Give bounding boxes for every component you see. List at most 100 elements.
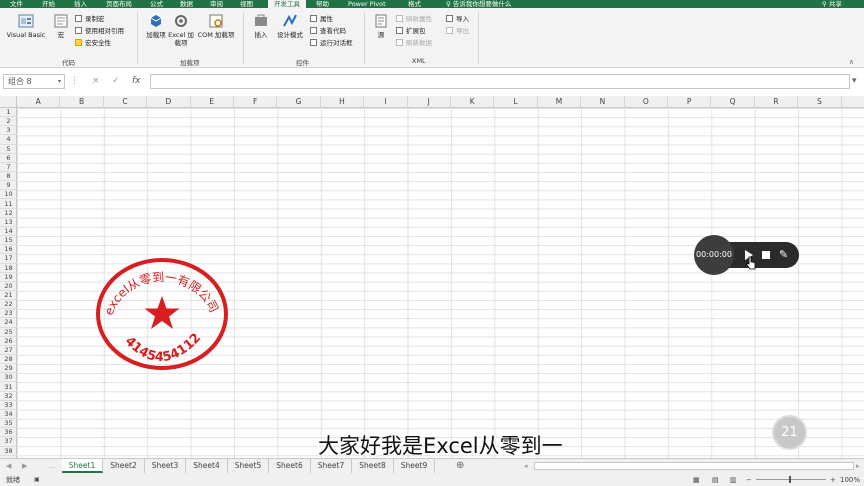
row-header[interactable]: 16 <box>0 245 17 255</box>
addins-button[interactable]: 加载项 <box>145 13 167 39</box>
macro-recording-icon[interactable]: ▣ <box>34 474 40 486</box>
row-header[interactable]: 5 <box>0 145 17 154</box>
row-header[interactable]: 28 <box>0 355 17 365</box>
row-header[interactable]: 1 <box>0 108 17 118</box>
previous-sheet-icon[interactable]: ◀ <box>6 459 11 473</box>
tab-home[interactable]: 开始 <box>42 0 55 8</box>
cancel-icon[interactable]: × <box>92 74 100 88</box>
tab-insert[interactable]: 插入 <box>74 0 87 8</box>
row-header[interactable]: 11 <box>0 200 17 209</box>
company-seal[interactable]: excel从零到一有限公司 4145454112 <box>95 256 229 372</box>
com-addins-button[interactable]: COM 加载项 <box>194 13 238 39</box>
next-sheet-icon[interactable]: ▶ <box>22 459 27 473</box>
collapse-ribbon-icon[interactable]: ∧ <box>849 58 854 66</box>
column-header[interactable]: B <box>60 96 104 108</box>
row-header[interactable]: 9 <box>0 181 17 191</box>
column-header[interactable]: H <box>321 96 365 108</box>
row-header[interactable]: 20 <box>0 282 17 291</box>
excel-addins-button[interactable]: Excel 加载项 <box>168 13 194 47</box>
scroll-left-icon[interactable]: ◂ <box>524 459 528 473</box>
row-header[interactable]: 10 <box>0 190 17 200</box>
page-layout-view-icon[interactable]: ▤ <box>712 474 719 486</box>
tab-format[interactable]: 格式 <box>408 0 421 8</box>
pen-icon[interactable]: ✎ <box>779 247 793 263</box>
column-header[interactable]: P <box>668 96 712 108</box>
column-header[interactable]: I <box>364 96 408 108</box>
row-header[interactable]: 25 <box>0 328 17 337</box>
map-properties-button[interactable]: 映射属性 <box>396 15 432 24</box>
column-header[interactable]: M <box>538 96 582 108</box>
add-sheet-icon[interactable]: ⊕ <box>456 459 464 473</box>
row-header[interactable]: 33 <box>0 401 17 410</box>
row-header[interactable]: 27 <box>0 346 17 356</box>
sheet-tab[interactable]: Sheet4 <box>187 459 228 473</box>
insert-function-icon[interactable]: fx <box>132 74 141 88</box>
macros-button[interactable]: 宏 <box>52 13 70 39</box>
tab-help[interactable]: 帮助 <box>316 0 329 8</box>
row-header[interactable]: 36 <box>0 428 17 438</box>
row-header[interactable]: 2 <box>0 117 17 127</box>
row-header[interactable]: 34 <box>0 410 17 420</box>
row-header[interactable]: 4 <box>0 135 17 145</box>
zoom-slider-thumb[interactable] <box>789 476 791 483</box>
row-header[interactable]: 29 <box>0 364 17 374</box>
sheet-tab[interactable]: Sheet7 <box>311 459 352 473</box>
more-options-icon[interactable]: ⋮ <box>70 74 79 88</box>
chevron-down-icon[interactable]: ▾ <box>58 75 61 88</box>
page-break-view-icon[interactable]: ▥ <box>730 474 737 486</box>
tab-developer[interactable]: 开发工具 <box>268 0 306 8</box>
row-header[interactable]: 12 <box>0 209 17 218</box>
column-header[interactable]: K <box>451 96 495 108</box>
column-header[interactable]: L <box>494 96 538 108</box>
row-header[interactable]: 13 <box>0 218 17 227</box>
column-header[interactable]: Q <box>711 96 755 108</box>
tab-data[interactable]: 数据 <box>180 0 193 8</box>
row-header[interactable]: 18 <box>0 264 17 273</box>
design-mode-button[interactable]: 设计模式 <box>274 13 306 39</box>
sheet-tab[interactable]: Sheet6 <box>270 459 311 473</box>
formula-input[interactable] <box>150 74 850 89</box>
tab-view[interactable]: 视图 <box>240 0 253 8</box>
row-header[interactable]: 26 <box>0 337 17 346</box>
tab-page-layout[interactable]: 页面布局 <box>106 0 132 8</box>
column-header[interactable]: D <box>147 96 191 108</box>
scroll-right-icon[interactable]: ▸ <box>856 459 860 473</box>
counter-badge[interactable]: 21 <box>772 415 807 450</box>
sheet-tab[interactable]: Sheet1 <box>62 459 103 473</box>
row-header[interactable]: 22 <box>0 300 17 310</box>
row-header[interactable]: 8 <box>0 172 17 182</box>
row-header[interactable]: 19 <box>0 273 17 282</box>
column-header[interactable]: S <box>798 96 842 108</box>
import-button[interactable]: 导入 <box>446 15 469 24</box>
tab-power-pivot[interactable]: Power Pivot <box>348 0 386 8</box>
select-all-corner[interactable] <box>0 96 17 108</box>
expand-formula-bar-icon[interactable]: ▾ <box>852 74 857 88</box>
insert-control-button[interactable]: 插入 <box>250 13 272 39</box>
zoom-out-icon[interactable]: − <box>746 474 752 486</box>
export-button[interactable]: 导出 <box>446 27 469 36</box>
tell-me-search[interactable]: ♀ 告诉我你想要做什么 <box>446 0 511 8</box>
refresh-data-button[interactable]: 刷新数据 <box>396 39 432 48</box>
column-header[interactable]: G <box>277 96 321 108</box>
relative-references-button[interactable]: 使用相对引用 <box>75 27 124 36</box>
row-header[interactable]: 31 <box>0 383 17 392</box>
record-macro-button[interactable]: 录制宏 <box>75 15 105 24</box>
sheet-scroll-more-icon[interactable]: … <box>48 459 55 473</box>
row-header[interactable]: 24 <box>0 318 17 328</box>
row-header[interactable]: 3 <box>0 126 17 136</box>
tab-formulas[interactable]: 公式 <box>150 0 163 8</box>
column-header[interactable]: O <box>625 96 668 108</box>
name-box[interactable]: 组合 8 ▾ <box>3 74 65 89</box>
sheet-tab[interactable]: Sheet8 <box>353 459 394 473</box>
row-header[interactable]: 7 <box>0 163 17 173</box>
column-header[interactable]: J <box>408 96 451 108</box>
column-header[interactable]: C <box>104 96 148 108</box>
horizontal-scrollbar[interactable] <box>534 462 854 470</box>
row-header[interactable]: 32 <box>0 392 17 401</box>
column-header[interactable]: E <box>191 96 234 108</box>
macro-security-button[interactable]: 宏安全性 <box>75 39 111 48</box>
run-dialog-button[interactable]: 运行对话框 <box>310 39 353 48</box>
tab-file[interactable]: 文件 <box>10 0 23 8</box>
sheet-tab[interactable]: Sheet5 <box>228 459 269 473</box>
sheet-tab[interactable]: Sheet2 <box>104 459 145 473</box>
